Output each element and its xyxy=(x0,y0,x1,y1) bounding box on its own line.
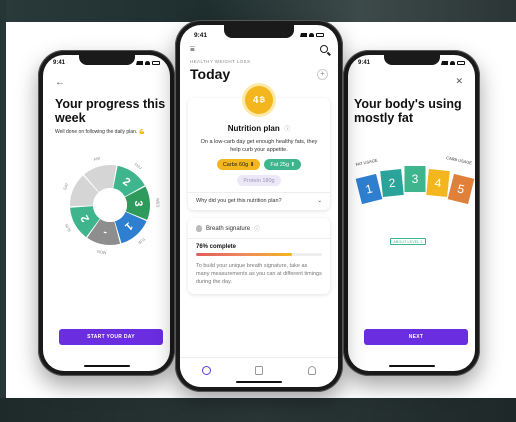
center-phone: 9:41 ⩸ HEALTHY WEIGHT LOSS Today + 4 ₿ Nu… xyxy=(175,20,343,392)
nutrition-plan-card[interactable]: 4 ₿ Nutrition plan ⓘ On a low-carb day ge… xyxy=(188,86,330,210)
wheel-day-label: SAT xyxy=(62,181,70,190)
add-button[interactable]: + xyxy=(317,68,328,80)
level-block-label: 3 xyxy=(412,172,419,186)
info-icon[interactable]: ⓘ xyxy=(254,224,260,233)
home-indicator xyxy=(388,365,435,367)
wheel-segment-value: 3 xyxy=(132,200,144,207)
next-button[interactable]: NEXT xyxy=(364,329,468,345)
wheel-day-label: FRI xyxy=(93,156,101,163)
progress-bar-fill xyxy=(196,253,292,256)
breath-signature-text: To build your unique breath signature, t… xyxy=(196,263,322,285)
battery-icon xyxy=(316,33,324,37)
wheel-day-label: WED xyxy=(155,198,160,208)
carb-level-icon: ₿ xyxy=(259,96,266,104)
progress-bar xyxy=(196,253,322,256)
background-bottom xyxy=(0,398,516,422)
notch xyxy=(78,55,135,65)
carbs-label: Carbs 60g xyxy=(222,161,249,168)
nutrition-title: Nutrition plan xyxy=(227,124,280,133)
protein-row: Protein 180g xyxy=(194,175,324,186)
fat-usage-label: FAT USAGE xyxy=(355,157,378,167)
breath-signature-header: Breath signature ⓘ xyxy=(196,224,322,233)
top-bar: ⩸ xyxy=(180,41,338,57)
start-your-day-button[interactable]: START YOUR DAY xyxy=(59,329,163,345)
search-icon[interactable] xyxy=(320,45,328,53)
fat-label: Fat 25g xyxy=(270,161,290,168)
left-phone: 9:41 ← Your progress this week Well done… xyxy=(38,50,175,376)
wifi-icon xyxy=(309,33,314,37)
info-icon[interactable]: ⓘ xyxy=(284,127,290,133)
status-time: 9:41 xyxy=(358,60,371,66)
logo-icon: ⩸ xyxy=(190,44,195,53)
signal-icon xyxy=(300,33,307,37)
fat-pill: Fat 25g ⬆ xyxy=(264,159,302,170)
battery-icon xyxy=(152,61,160,65)
home-icon[interactable] xyxy=(202,366,212,375)
notch xyxy=(224,25,294,38)
signal-icon xyxy=(441,61,448,65)
carbs-pill: Carbs 60g ⬇ xyxy=(216,159,261,170)
nutrition-level-value: 4 xyxy=(252,94,259,106)
progress-subtitle: Well done on following the daily plan. 💪 xyxy=(55,129,170,135)
carb-usage-label: CARB USAGE xyxy=(446,155,473,165)
arrow-left-icon[interactable]: ← xyxy=(55,77,65,88)
wifi-icon xyxy=(450,61,455,65)
divider xyxy=(188,238,330,239)
why-nutrition-plan-label: Why did you get this nutrition plan? xyxy=(196,198,282,204)
right-phone: 9:41 ✕ Your body's using mostly fat FAT … xyxy=(343,50,480,376)
body-usage-title: Your body's using mostly fat xyxy=(354,97,462,125)
status-icons xyxy=(136,61,160,65)
status-icons xyxy=(441,61,465,65)
status-time: 9:41 xyxy=(53,60,66,66)
home-indicator xyxy=(83,365,130,367)
notch xyxy=(383,55,440,65)
breath-icon xyxy=(196,225,202,232)
status-time: 9:41 xyxy=(194,31,208,39)
breath-signature-card[interactable]: Breath signature ⓘ 76% complete To build… xyxy=(188,218,330,294)
why-nutrition-plan-row[interactable]: Why did you get this nutrition plan? ⌄ xyxy=(194,193,324,206)
progress-subtitle-text: Well done on following the daily plan. xyxy=(55,129,138,135)
battery-icon xyxy=(457,61,465,65)
program-label: HEALTHY WEIGHT LOSS xyxy=(190,59,251,64)
center-phone-screen: 9:41 ⩸ HEALTHY WEIGHT LOSS Today + 4 ₿ Nu… xyxy=(180,25,338,387)
close-icon[interactable]: ✕ xyxy=(455,76,463,87)
wheel-center xyxy=(93,188,127,222)
today-header: Today + xyxy=(180,64,338,82)
home-indicator xyxy=(236,381,282,383)
wheel-day-label: SUN xyxy=(64,223,72,233)
fuel-usage-scale: FAT USAGE CARB USAGE 12345 xyxy=(355,155,475,205)
background-top xyxy=(0,0,516,22)
left-phone-screen: 9:41 ← Your progress this week Well done… xyxy=(43,55,170,371)
status-icons xyxy=(300,33,324,37)
diary-icon[interactable] xyxy=(255,366,264,375)
wheel-day-label: TUE xyxy=(137,236,147,245)
chevron-down-icon: ⌄ xyxy=(317,198,322,204)
wheel-day-label: MON xyxy=(97,249,107,256)
breath-signature-title: Breath signature xyxy=(206,225,251,232)
nutrition-title-row: Nutrition plan ⓘ xyxy=(194,118,324,136)
protein-pill: Protein 180g xyxy=(237,175,281,186)
profile-icon[interactable] xyxy=(307,366,316,375)
weekly-progress-wheel: 231-2 THUWEDTUEMONSUNSATFRI xyxy=(62,156,161,256)
page-title: Today xyxy=(190,66,231,82)
right-phone-screen: 9:41 ✕ Your body's using mostly fat FAT … xyxy=(348,55,475,371)
completion-label: 76% complete xyxy=(196,244,237,250)
nutrition-level-badge: 4 ₿ xyxy=(245,86,273,114)
macro-pills: Carbs 60g ⬇ Fat 25g ⬆ xyxy=(194,159,324,170)
nutrition-description: On a low-carb day get enough healthy fat… xyxy=(200,139,318,153)
about-level-button[interactable]: ABOUT LEVEL 2 xyxy=(390,238,426,245)
muscle-emoji: 💪 xyxy=(138,129,145,135)
progress-title: Your progress this week xyxy=(55,97,166,125)
wifi-icon xyxy=(145,61,150,65)
wheel-day-label: THU xyxy=(133,162,143,171)
signal-icon xyxy=(136,61,143,65)
